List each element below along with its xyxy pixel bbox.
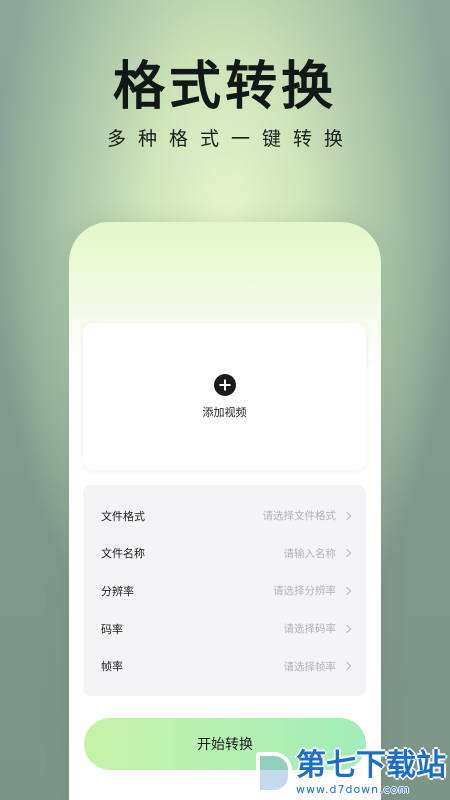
row-frame-rate[interactable]: 帧率 请选择帧率 [83,647,366,685]
chevron-right-icon [342,549,352,558]
subheadline: 多种格式一键转换 [106,128,355,150]
chevron-right-icon [342,586,352,596]
row-label: 帧率 [101,660,123,674]
chevron-right-icon [342,511,352,521]
row-bitrate[interactable]: 码率 请选择码率 [83,610,366,648]
chevron-right-icon [342,661,352,671]
row-label: 码率 [101,622,123,636]
row-label: 文件格式 [101,509,145,523]
row-placeholder: 请选择分辨率 [273,585,336,598]
settings-panel: 文件格式 请选择文件格式 文件名称 请输入名称 分辨率 请选择分辨率 码率 请选… [83,485,366,696]
row-label: 文件名称 [101,547,145,561]
watermark-title: 第七下载站 [296,748,446,783]
row-placeholder: 请输入名称 [283,547,337,560]
row-resolution[interactable]: 分辨率 请选择分辨率 [83,572,366,610]
phone-frame: 添加视频 文件格式 请选择文件格式 文件名称 请输入名称 分辨率 请选择分辨率 … [69,222,381,800]
row-placeholder: 请选择码率 [283,623,337,636]
add-video-label: 添加视频 [202,405,247,419]
chevron-right-icon [342,624,352,633]
add-video-card[interactable]: 添加视频 [83,323,366,470]
row-file-format[interactable]: 文件格式 请选择文件格式 [83,497,366,535]
row-placeholder: 请选择帧率 [283,660,337,673]
watermark-url: www.d7down.com [296,783,411,796]
row-file-name[interactable]: 文件名称 请输入名称 [83,535,366,573]
row-placeholder: 请选择文件格式 [262,510,337,523]
watermark: 第七下载站 www.d7down.com [256,749,446,796]
headline: 格式转换 [112,57,337,117]
watermark-logo-icon [256,751,292,794]
add-circle-icon [213,373,236,396]
row-label: 分辨率 [101,584,134,598]
